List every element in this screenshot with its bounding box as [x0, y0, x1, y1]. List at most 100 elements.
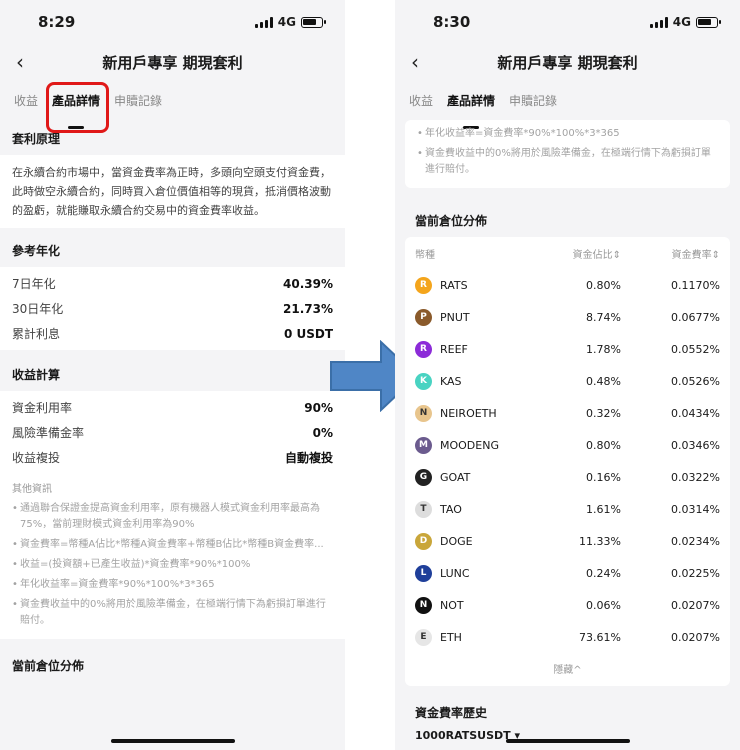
kv-row: 風險準備金率 0% — [12, 425, 333, 441]
coin-icon: P — [415, 308, 432, 326]
kv-row: 收益複投 自動複投 — [12, 451, 333, 465]
table-row: E ETH 73.61% 0.0207% — [415, 621, 720, 653]
rate-value: 0.0526% — [671, 374, 720, 388]
share-value: 0.32% — [586, 406, 621, 420]
table-row: L LUNC 0.24% 0.0225% — [415, 557, 720, 589]
status-time: 8:30 — [433, 13, 471, 31]
rate-value: 0.0314% — [671, 502, 720, 516]
coin-name: ETH — [440, 630, 462, 644]
right-phone-screen: 8:30 4G ‹ 新用戶專享 期現套利 收益 產品詳情 申贖記錄 年化收益率=… — [395, 0, 740, 750]
coin-icon: K — [415, 372, 432, 390]
coin-icon: N — [415, 404, 432, 422]
table-row: R REEF 1.78% 0.0552% — [415, 333, 720, 365]
table-row: N NEIROETH 0.32% 0.0434% — [415, 397, 720, 429]
table-row: M MOODENG 0.80% 0.0346% — [415, 429, 720, 461]
tab-earnings[interactable]: 收益 — [14, 92, 38, 120]
note-item: 通過聯合保證金提高資金利用率，原有機器人模式資金利用率最高為75%，當前理財模式… — [12, 501, 333, 533]
coin-name: TAO — [440, 502, 462, 516]
share-value: 1.78% — [586, 342, 621, 356]
share-value: 0.48% — [586, 374, 621, 388]
kv-row: 7日年化 40.39% — [12, 276, 333, 292]
note-item: 年化收益率=資金費率*90%*100%*3*365 — [12, 577, 333, 593]
rate-value: 0.0677% — [671, 310, 720, 324]
kv-row: 資金利用率 90% — [12, 400, 333, 416]
table-row: N NOT 0.06% 0.0207% — [415, 589, 720, 621]
coin-icon: E — [415, 628, 432, 646]
network-label: 4G — [672, 15, 691, 29]
coin-icon: R — [415, 340, 432, 358]
note-item: 資金費收益中的0%將用於風險準備金，在極端行情下為虧損訂單進行賠付。 — [12, 597, 333, 629]
coin-name: NEIROETH — [440, 406, 497, 420]
rate-value: 0.0322% — [671, 470, 720, 484]
coin-icon: G — [415, 468, 432, 486]
share-value: 73.61% — [579, 630, 621, 644]
table-row: D DOGE 11.33% 0.0234% — [415, 525, 720, 557]
left-phone-screen: 8:29 4G ‹ 新用戶專享 期現套利 收益 產品詳情 申贖記錄 套利原理 在… — [0, 0, 345, 750]
share-value: 0.80% — [586, 438, 621, 452]
position-table: 幣種 資金佔比⇕ 資金費率⇕ R RATS 0.80% 0.1170% P PNUT 8.7… — [405, 237, 730, 686]
section-title-annual: 參考年化 — [12, 244, 61, 258]
other-info-title: 其他資訊 — [12, 484, 52, 495]
tab-earnings[interactable]: 收益 — [409, 92, 433, 120]
status-time: 8:29 — [38, 13, 76, 31]
page-title: 新用戶專享 期現套利 — [102, 54, 243, 72]
signal-icon — [254, 16, 273, 28]
header-coin[interactable]: 幣種 — [415, 246, 531, 261]
coin-icon: M — [415, 436, 432, 454]
kv-row: 累計利息 0 USDT — [12, 326, 333, 342]
signal-icon — [649, 16, 668, 28]
table-header: 幣種 資金佔比⇕ 資金費率⇕ — [415, 237, 720, 269]
header-rate[interactable]: 資金費率⇕ — [621, 246, 720, 261]
other-info: 年化收益率=資金費率*90%*100%*3*365 資金費收益中的0%將用於風險… — [405, 120, 730, 188]
tab-product-details[interactable]: 產品詳情 — [447, 92, 495, 129]
coin-name: GOAT — [440, 470, 471, 484]
header-share[interactable]: 資金佔比⇕ — [531, 246, 621, 261]
share-value: 0.24% — [586, 566, 621, 580]
share-value: 0.16% — [586, 470, 621, 484]
coin-icon: D — [415, 532, 432, 550]
share-value: 0.06% — [586, 598, 621, 612]
network-label: 4G — [277, 15, 296, 29]
coin-name: MOODENG — [440, 438, 499, 452]
tab-redemption-records[interactable]: 申贖記錄 — [114, 92, 162, 120]
home-indicator[interactable] — [505, 739, 630, 743]
coin-name: RATS — [440, 278, 468, 292]
status-bar: 8:30 4G — [395, 0, 740, 44]
status-bar: 8:29 4G — [0, 0, 345, 44]
rate-value: 0.0207% — [671, 630, 720, 644]
note-item: 年化收益率=資金費率*90%*100%*3*365 — [417, 126, 718, 142]
share-value: 0.80% — [586, 278, 621, 292]
tab-redemption-records[interactable]: 申贖記錄 — [509, 92, 557, 120]
rate-value: 0.0234% — [671, 534, 720, 548]
home-indicator[interactable] — [110, 739, 235, 743]
table-row: G GOAT 0.16% 0.0322% — [415, 461, 720, 493]
coin-icon: T — [415, 500, 432, 518]
table-row: K KAS 0.48% 0.0526% — [415, 365, 720, 397]
principle-text: 在永續合約市場中，當資金費率為正時，多頭向空頭支付資金費，此時做空永續合約，同時… — [0, 155, 345, 228]
coin-name: NOT — [440, 598, 464, 612]
coin-icon: L — [415, 564, 432, 582]
rate-value: 0.0225% — [671, 566, 720, 580]
note-item: 資金費率=幣種A佔比*幣種A資金費率+幣種B佔比*幣種B資金費率... — [12, 537, 333, 553]
table-row: T TAO 1.61% 0.0314% — [415, 493, 720, 525]
share-value: 8.74% — [586, 310, 621, 324]
rate-value: 0.0207% — [671, 598, 720, 612]
share-value: 1.61% — [586, 502, 621, 516]
coin-icon: R — [415, 276, 432, 294]
rate-value: 0.1170% — [671, 278, 720, 292]
battery-icon — [301, 16, 326, 28]
coin-name: DOGE — [440, 534, 473, 548]
section-title-position: 當前倉位分佈 — [12, 659, 85, 673]
coin-name: KAS — [440, 374, 462, 388]
kv-row: 30日年化 21.73% — [12, 301, 333, 317]
table-row: P PNUT 8.74% 0.0677% — [415, 301, 720, 333]
collapse-button[interactable]: 隱藏^ — [415, 653, 720, 686]
note-item: 資金費收益中的0%將用於風險準備金，在極端行情下為虧損訂單進行賠付。 — [417, 146, 718, 178]
rate-value: 0.0434% — [671, 406, 720, 420]
rate-value: 0.0552% — [671, 342, 720, 356]
coin-name: REEF — [440, 342, 468, 356]
section-title-position: 當前倉位分佈 — [415, 214, 488, 228]
coin-name: LUNC — [440, 566, 470, 580]
battery-icon — [696, 16, 721, 28]
note-item: 收益=(投資額+已產生收益)*資金費率*90%*100% — [12, 557, 333, 573]
